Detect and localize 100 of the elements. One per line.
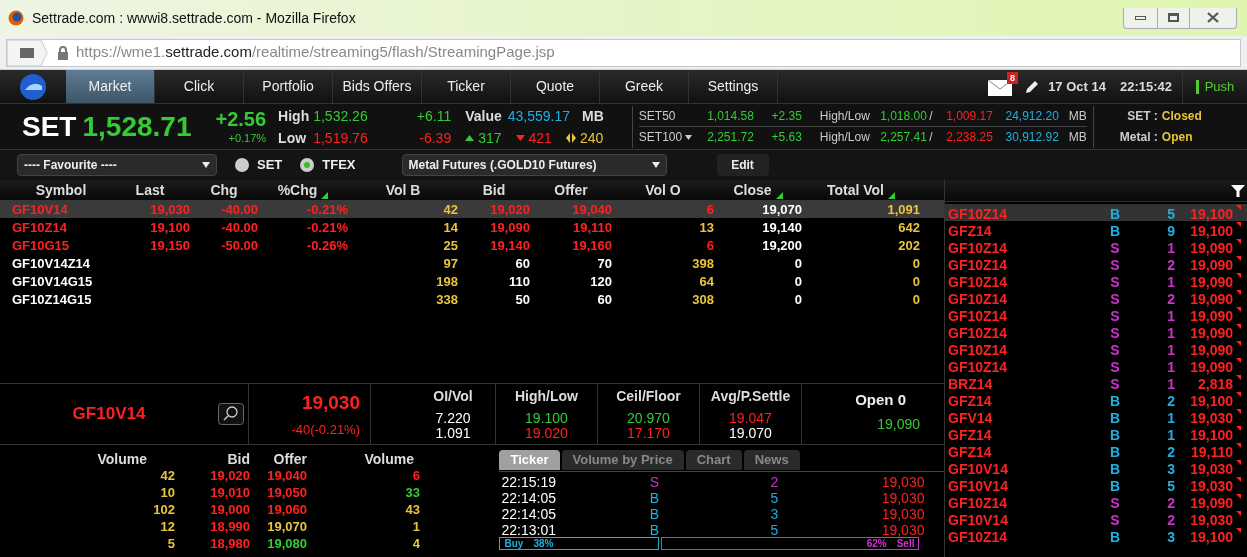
trade-row[interactable]: GFZ14 B 2 19,110 (945, 442, 1247, 459)
filter-icon[interactable] (1231, 183, 1245, 198)
trade-cell: S (1110, 291, 1120, 307)
table-row[interactable]: GF10V14G15 198 110 120 64 0 0 (0, 272, 944, 290)
stat-label: OI/Vol (433, 387, 473, 406)
trade-cell: S (1110, 308, 1120, 324)
trade-row[interactable]: GF10Z14 S 2 19,090 (945, 289, 1247, 306)
trade-row[interactable]: GF10V14 B 5 19,030 (945, 476, 1247, 493)
favourite-dropdown[interactable]: ---- Favourite ---- (17, 154, 217, 176)
trade-row[interactable]: GF10Z14 S 2 19,090 (945, 493, 1247, 510)
table-cell: GF10Z14 (12, 220, 67, 235)
table-row[interactable]: GF10V14 19,030 -40.00 -0.21% 42 19,020 19,040 6 19,070 1,091 (0, 200, 944, 218)
trade-row[interactable]: BRZ14 S 1 2,818 (945, 374, 1247, 391)
ticker-cell: 2 (770, 474, 779, 490)
trade-cell: 1 (1167, 274, 1175, 290)
trade-cell: GF10V14 (948, 461, 1008, 477)
detail-tab[interactable]: News (743, 450, 800, 470)
column-header[interactable]: Total Vol (826, 180, 884, 201)
trade-cell: 1 (1167, 240, 1175, 256)
trade-cell: GF10V14 (948, 478, 1008, 494)
nav-tab[interactable]: Quote (511, 70, 600, 103)
column-header[interactable]: Last (135, 180, 165, 201)
trade-cell: 5 (1167, 206, 1175, 222)
ticker-cell: 5 (770, 490, 779, 506)
trade-row[interactable]: GF10Z14 B 3 19,100 (945, 527, 1247, 544)
trade-row[interactable]: GF10Z14 B 5 19,100 (945, 204, 1247, 221)
trade-cell: GFZ14 (948, 427, 992, 443)
depth-cell: 18,980 (210, 536, 250, 551)
down-marker-icon (1236, 324, 1241, 329)
column-header[interactable]: %Chg (277, 180, 318, 201)
table-row[interactable]: GF10V14Z14 97 60 70 398 0 0 (0, 254, 944, 272)
dropdown-caret-icon[interactable] (685, 134, 693, 140)
sub-index-name[interactable]: SET100 (638, 128, 701, 146)
column-header[interactable]: Vol O (645, 180, 681, 201)
trade-row[interactable]: GFZ14 B 2 19,100 (945, 391, 1247, 408)
trade-row[interactable]: GFZ14 B 9 19,100 (945, 221, 1247, 238)
detail-tab[interactable]: Chart (685, 450, 742, 470)
column-header[interactable]: Close (733, 180, 772, 201)
trade-cell: 3 (1167, 461, 1175, 477)
search-icon[interactable] (218, 403, 244, 425)
nav-tab[interactable]: Market (66, 70, 155, 103)
trade-cell: 19,100 (1190, 529, 1233, 545)
table-cell: 25 (443, 238, 458, 253)
down-marker-icon (1236, 494, 1241, 499)
nav-tab[interactable]: Ticker (422, 70, 511, 103)
trade-row[interactable]: GF10Z14 S 2 19,090 (945, 255, 1247, 272)
table-cell: 19,040 (572, 202, 612, 217)
push-button[interactable]: Push (1182, 70, 1247, 103)
trade-cell: 19,090 (1190, 240, 1233, 256)
address-bar[interactable]: https://wme1.settrade.com/realtime/streaming5/flash/StreamingPage.jsp (6, 38, 1241, 67)
table-cell: 70 (597, 256, 612, 271)
nav-tab[interactable]: Click (155, 70, 244, 103)
value-unit: MB (582, 106, 604, 126)
trade-row[interactable]: GF10V14 B 3 19,030 (945, 459, 1247, 476)
pencil-icon[interactable] (1024, 78, 1041, 95)
trade-row[interactable]: GF10Z14 S 1 19,090 (945, 306, 1247, 323)
nav-tab[interactable]: Settings (689, 70, 778, 103)
quote-change: -40(-0.21%) (291, 420, 360, 439)
ticker-cell: S (649, 474, 660, 490)
depth-cell: 102 (153, 502, 175, 517)
trade-cell: 1 (1167, 342, 1175, 358)
sub-index-high: 2,257.41 (879, 129, 927, 146)
column-header[interactable]: Offer (554, 180, 588, 201)
edit-button[interactable]: Edit (716, 154, 769, 176)
high-change: +6.11 (415, 106, 452, 126)
trade-row[interactable]: GF10Z14 S 1 19,090 (945, 323, 1247, 340)
table-cell: 0 (912, 256, 920, 271)
column-header[interactable]: Bid (482, 180, 506, 201)
trade-row[interactable]: GF10Z14 S 1 19,090 (945, 272, 1247, 289)
trade-row[interactable]: GFZ14 B 1 19,100 (945, 425, 1247, 442)
nav-tab[interactable]: Greek (600, 70, 689, 103)
detail-tab[interactable]: Volume by Price (561, 450, 684, 470)
radio-button[interactable] (300, 158, 315, 172)
page-icon (7, 39, 49, 66)
stat-value: 20.970 (627, 411, 670, 426)
table-row[interactable]: GF10G15 19,150 -50.00 -0.26% 25 19,140 19,160 6 19,200 202 (0, 236, 944, 254)
table-cell: 198 (436, 274, 458, 289)
table-row[interactable]: GF10Z14G15 338 50 60 308 0 0 (0, 290, 944, 308)
nav-tab[interactable]: Portfolio (244, 70, 333, 103)
trade-cell: GF10Z14 (948, 359, 1008, 375)
nav-tab[interactable]: Bids Offers (333, 70, 422, 103)
table-cell: -40.00 (221, 220, 258, 235)
column-header[interactable]: Vol B (385, 180, 421, 201)
envelope-icon[interactable] (988, 79, 1013, 96)
depth-header: Volume (96, 450, 148, 469)
table-cell: -40.00 (221, 202, 258, 217)
trade-row[interactable]: GF10V14 S 2 19,030 (945, 510, 1247, 527)
trade-cell: 2 (1167, 495, 1175, 511)
column-header[interactable]: Symbol (35, 180, 87, 201)
series-dropdown[interactable]: Metal Futures (.GOLD10 Futures) (401, 154, 667, 176)
depth-cell: 19,000 (210, 502, 250, 517)
url-text: https://wme1.settrade.com/realtime/streaming5/flash/StreamingPage.jsp (76, 42, 555, 63)
trade-row[interactable]: GF10Z14 S 1 19,090 (945, 340, 1247, 357)
column-header[interactable]: Chg (210, 180, 238, 201)
close-icon[interactable] (1207, 12, 1219, 23)
trade-row[interactable]: GFV14 B 1 19,030 (945, 408, 1247, 425)
trade-row[interactable]: GF10Z14 S 1 19,090 (945, 238, 1247, 255)
trade-row[interactable]: GF10Z14 S 1 19,090 (945, 357, 1247, 374)
table-row[interactable]: GF10Z14 19,100 -40.00 -0.21% 14 19,090 19,110 13 19,140 642 (0, 218, 944, 236)
radio-button[interactable] (235, 158, 249, 172)
